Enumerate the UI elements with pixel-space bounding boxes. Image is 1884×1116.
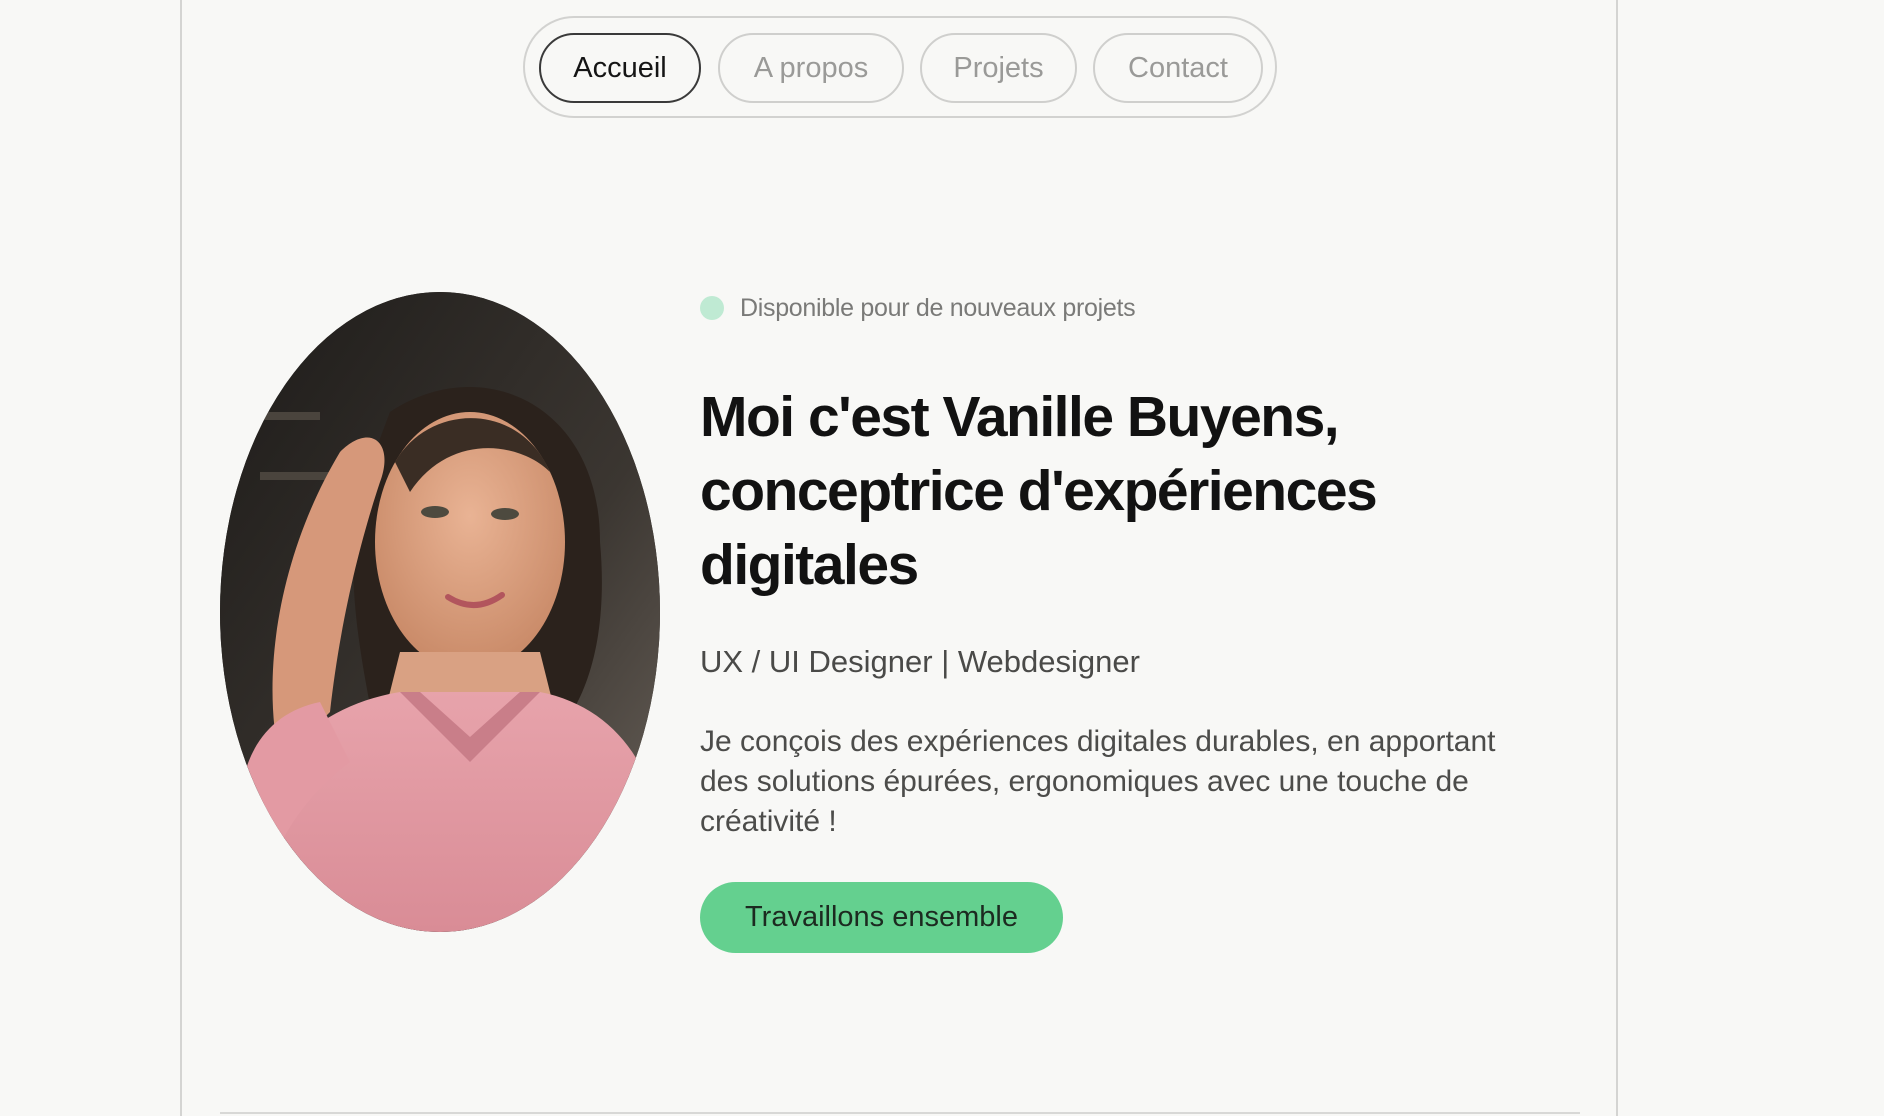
availability-status: Disponible pour de nouveaux projets — [700, 292, 1136, 324]
work-together-button[interactable]: Travaillons ensemble — [700, 882, 1063, 953]
nav-item-a-propos[interactable]: A propos — [718, 33, 904, 103]
hero-title-line: digitales — [700, 533, 919, 597]
hero-title-line: Moi c'est Vanille Buyens, — [700, 385, 1340, 449]
status-dot-icon — [700, 296, 724, 320]
hero-description-line: Je conçois des expériences digitales dur… — [700, 725, 1496, 758]
profile-photo — [220, 292, 660, 932]
nav-item-contact[interactable]: Contact — [1093, 33, 1263, 103]
hero-description-line: créativité ! — [700, 805, 837, 838]
nav-item-projets[interactable]: Projets — [920, 33, 1077, 103]
hero-description: Je conçois des expériences digitales dur… — [700, 722, 1580, 842]
availability-text: Disponible pour de nouveaux projets — [740, 293, 1136, 322]
role-subtitle: UX / UI Designer | Webdesigner — [700, 644, 1140, 679]
main-navigation: Accueil A propos Projets Contact — [523, 16, 1277, 118]
hero-description-line: des solutions épurées, ergonomiques avec… — [700, 765, 1469, 798]
hero-title-line: conceptrice d'expériences — [700, 459, 1378, 523]
hero-title: Moi c'est Vanille Buyens, conceptrice d'… — [700, 380, 1580, 602]
profile-photo-illustration — [220, 292, 660, 932]
section-divider — [220, 1112, 1580, 1114]
nav-item-accueil[interactable]: Accueil — [539, 33, 701, 103]
